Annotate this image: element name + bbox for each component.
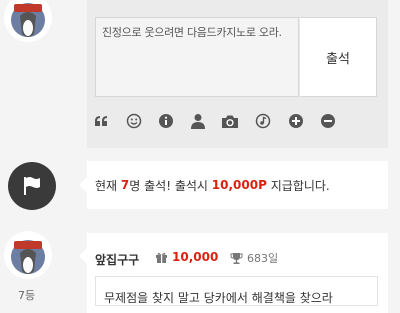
trophy-icon xyxy=(230,252,243,264)
attendance-submit-button[interactable]: 출석 xyxy=(300,17,377,97)
notice-suffix: 지급합니다. xyxy=(270,178,330,193)
camera-icon[interactable] xyxy=(221,112,239,130)
entry-days: 683일 xyxy=(230,250,278,266)
user-icon[interactable] xyxy=(189,112,207,130)
entry-nickname[interactable]: 앞집구구 xyxy=(95,251,139,268)
user-avatar[interactable] xyxy=(4,0,52,42)
reward-points: 10,000P xyxy=(211,178,267,192)
flag-icon xyxy=(8,162,56,210)
emoji-icon[interactable] xyxy=(125,112,143,130)
gift-icon xyxy=(156,252,167,263)
attendance-count: 7 xyxy=(120,178,130,192)
notice-pointer xyxy=(79,177,87,193)
entry-points-value: 10,000 xyxy=(172,250,219,264)
entry-message: 무제점을 찾지 말고 당카에서 해결책을 찾으라 xyxy=(95,276,378,306)
entry-days-value: 683일 xyxy=(247,252,279,265)
quote-icon[interactable] xyxy=(92,112,110,130)
entry-points: 10,000 xyxy=(155,250,218,264)
minus-icon[interactable] xyxy=(319,112,337,130)
entry-avatar[interactable] xyxy=(4,231,52,279)
notice-middle: 명 출석! 출석시 xyxy=(129,178,208,193)
attendance-notice: 현재 7명 출석! 출석시 10,000P 지급합니다. xyxy=(87,161,388,209)
comment-textarea[interactable]: 진정으로 웃으려면 다음드카지노로 오라. xyxy=(95,17,299,97)
attendance-rank: 7등 xyxy=(18,289,36,302)
plus-icon[interactable] xyxy=(287,112,305,130)
notice-prefix: 현재 xyxy=(95,178,118,193)
info-icon[interactable] xyxy=(157,112,175,130)
entry-pointer xyxy=(79,248,87,264)
music-icon[interactable] xyxy=(254,112,272,130)
